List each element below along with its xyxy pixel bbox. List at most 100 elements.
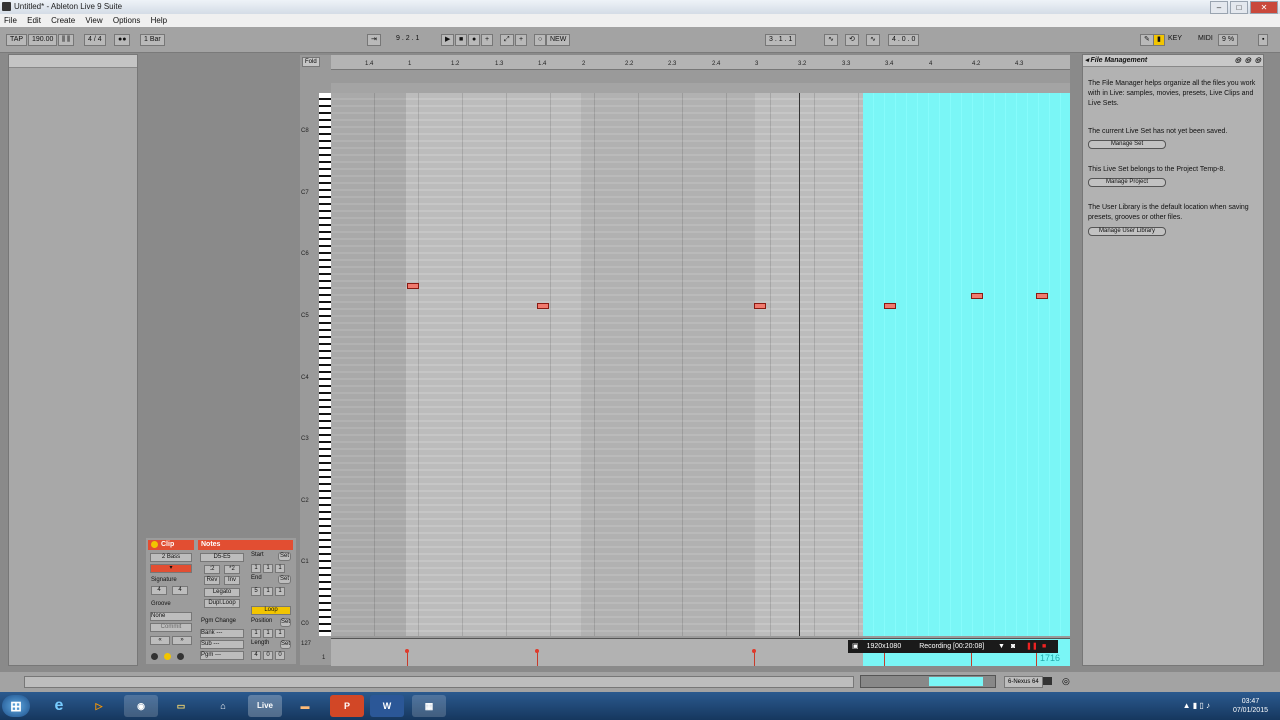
key-map-icon[interactable]: ▮ — [1153, 34, 1165, 46]
menu-options[interactable]: Options — [109, 14, 145, 27]
midi-note[interactable] — [1036, 293, 1048, 299]
manage-user-library-button[interactable]: Manage User Library — [1088, 227, 1166, 236]
velocity-stem[interactable] — [754, 652, 755, 666]
velocity-stem[interactable] — [407, 652, 408, 666]
overdub-icon[interactable]: + — [481, 34, 494, 46]
punch-in-icon[interactable]: ∿ — [824, 34, 838, 46]
next-icon[interactable]: » — [172, 636, 192, 645]
close-button[interactable]: ✕ — [1250, 1, 1278, 14]
midi-note[interactable] — [884, 303, 896, 309]
word-icon[interactable]: W — [370, 695, 404, 717]
new-button[interactable]: NEW — [546, 34, 571, 46]
groove-select[interactable]: None — [150, 612, 192, 621]
powerpoint-icon[interactable]: P — [330, 695, 364, 717]
tray-icons[interactable]: ▲ ▮ ▯ ♪ — [1183, 701, 1210, 710]
browser-panel[interactable] — [8, 54, 138, 666]
explorer-icon[interactable]: ▭ — [164, 695, 198, 717]
start-set-button[interactable]: Set — [278, 552, 291, 561]
envelopes-icon[interactable] — [177, 653, 184, 660]
note-grid[interactable] — [331, 93, 1070, 636]
length-set-button[interactable]: Set — [280, 640, 291, 649]
midi-note[interactable] — [537, 303, 549, 309]
velocity-stem[interactable] — [1036, 652, 1037, 666]
play-icon[interactable]: ▶ — [441, 34, 455, 46]
commit-button[interactable]: Commit — [150, 623, 192, 632]
velocity-handle[interactable] — [752, 649, 756, 653]
end-beat-field[interactable]: 1 — [263, 587, 273, 596]
metronome-icon[interactable]: ●● — [114, 34, 131, 46]
key-button[interactable]: KEY — [1168, 35, 1182, 42]
hide-detail-icon[interactable]: ◎ — [1062, 676, 1070, 686]
recorder-pause-icon[interactable]: ❚❚ — [1026, 640, 1038, 653]
loop-start-field[interactable]: 3 . 1 . 1 — [765, 34, 797, 46]
pgm-field[interactable]: Pgm --- — [200, 651, 244, 660]
velocity-stem[interactable] — [884, 652, 885, 666]
record-icon[interactable]: ● — [468, 34, 481, 46]
automation-icon[interactable]: ⤢ — [500, 34, 514, 46]
sig-den-field[interactable]: 4 — [172, 586, 188, 595]
end-set-button[interactable]: Set — [278, 575, 291, 584]
app-icon[interactable]: ⌂ — [206, 695, 240, 717]
menu-file[interactable]: File — [0, 14, 21, 27]
app-icon[interactable]: ▬ — [288, 695, 322, 717]
maximize-button[interactable]: □ — [1230, 1, 1248, 14]
position-bar-field[interactable]: 1 — [251, 629, 261, 638]
menu-edit[interactable]: Edit — [23, 14, 45, 27]
back-icon[interactable]: ◎ — [1235, 55, 1241, 66]
position-readout[interactable]: 9 . 2 . 1 — [396, 35, 419, 42]
selection-highlight[interactable] — [863, 93, 1070, 636]
close-info-icon[interactable]: ◎ — [1255, 55, 1261, 66]
position-beat-field[interactable]: 1 — [263, 629, 273, 638]
prev-icon[interactable]: « — [150, 636, 170, 645]
midi-note[interactable] — [407, 283, 419, 289]
position-set-button[interactable]: Set — [280, 618, 291, 627]
menu-view[interactable]: View — [81, 14, 106, 27]
manage-project-button[interactable]: Manage Project — [1088, 178, 1166, 187]
draw-mode-icon[interactable]: ✎ — [1140, 34, 1154, 46]
midi-note[interactable] — [971, 293, 983, 299]
start-beat-field[interactable]: 1 — [263, 564, 273, 573]
length-bar-field[interactable]: 4 — [251, 651, 261, 660]
recorder-stop-icon[interactable]: ■ — [1042, 640, 1046, 653]
bank-field[interactable]: Bank --- — [200, 629, 244, 638]
double-button[interactable]: *2 — [224, 565, 240, 574]
tap-button[interactable]: TAP — [6, 34, 28, 46]
chrome-icon[interactable]: ◉ — [124, 695, 158, 717]
manage-set-button[interactable]: Manage Set — [1088, 140, 1166, 149]
start-button-icon[interactable]: ⊞ — [2, 695, 30, 717]
taskbar-clock[interactable]: 03:47 07/01/2015 — [1233, 697, 1268, 715]
midi-note[interactable] — [754, 303, 766, 309]
ableton-live-icon[interactable]: Live — [248, 695, 282, 717]
collapse-icon[interactable]: ◂ — [1083, 57, 1089, 64]
sig-num-field[interactable]: 4 — [151, 586, 167, 595]
midi-button[interactable]: MIDI — [1198, 35, 1213, 42]
start-bar-field[interactable]: 1 — [251, 564, 261, 573]
overview-strip[interactable] — [860, 675, 996, 688]
fold-button[interactable]: Fold — [302, 57, 320, 67]
quantize-select[interactable]: 1 Bar — [140, 34, 165, 46]
velocity-stem[interactable] — [971, 652, 972, 666]
nudge-icon[interactable]: ⫼ ⫼ — [58, 34, 75, 46]
punch-out-icon[interactable]: ∿ — [866, 34, 880, 46]
signature-field[interactable]: 4 / 4 — [84, 34, 106, 46]
length-sixteenth-field[interactable]: 0 — [275, 651, 285, 660]
menu-help[interactable]: Help — [147, 14, 171, 27]
minimize-button[interactable]: – — [1210, 1, 1228, 14]
half-button[interactable]: :2 — [204, 565, 220, 574]
reverse-button[interactable]: Rev — [204, 576, 220, 585]
recorder-camera-icon[interactable]: ◙ — [1011, 640, 1015, 653]
stop-icon[interactable]: ■ — [455, 34, 468, 46]
length-beat-field[interactable]: 0 — [263, 651, 273, 660]
sub-field[interactable]: Sub --- — [200, 640, 244, 649]
session-record-icon[interactable]: ○ — [534, 34, 547, 46]
legato-button[interactable]: Legato — [204, 588, 240, 597]
menu-create[interactable]: Create — [47, 14, 79, 27]
follow-icon[interactable]: ⇥ — [367, 34, 381, 46]
note-range-field[interactable]: D5-E5 — [200, 553, 244, 562]
duplicate-loop-button[interactable]: Dupl.Loop — [204, 599, 240, 608]
media-player-icon[interactable]: ▷ — [82, 695, 116, 717]
loop-switch-icon[interactable]: ⟲ — [845, 34, 859, 46]
position-sixteenth-field[interactable]: 1 — [275, 629, 285, 638]
invert-button[interactable]: Inv — [224, 576, 240, 585]
clip-name-field[interactable]: 2 Bass — [150, 553, 192, 562]
